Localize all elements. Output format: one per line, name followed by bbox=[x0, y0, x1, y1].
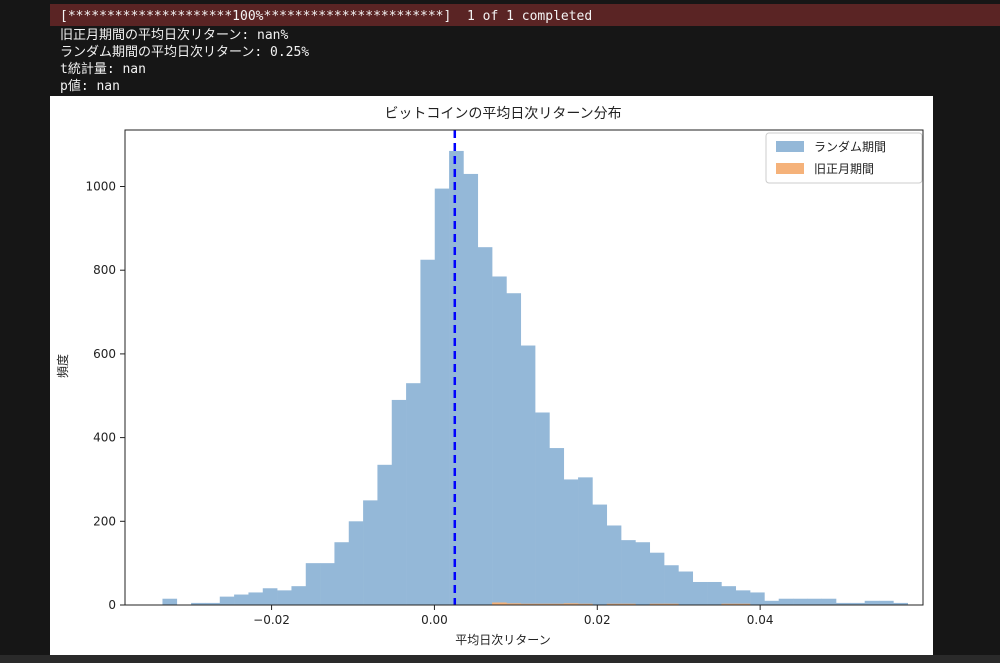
output-line-p-value: p値: nan bbox=[60, 79, 120, 94]
histogram-bar-random bbox=[248, 592, 264, 605]
x-tick-label: 0.02 bbox=[584, 613, 611, 627]
histogram-bar-random bbox=[707, 581, 722, 605]
output-line-t-stat: t統計量: nan bbox=[60, 62, 146, 77]
y-tick-label: 400 bbox=[93, 431, 116, 445]
download-progress-text: [*********************100%**************… bbox=[60, 9, 593, 24]
histogram-bar-random bbox=[234, 594, 249, 605]
terminal-bottom-strip bbox=[0, 655, 1000, 663]
legend-swatch-random bbox=[776, 141, 804, 152]
y-tick-label: 200 bbox=[93, 514, 116, 528]
x-axis-ticks: −0.02 0.00 0.02 0.04 bbox=[253, 605, 774, 627]
histogram-bar-random bbox=[621, 540, 636, 605]
y-axis-ticks: 0 200 400 600 800 1000 bbox=[85, 179, 125, 612]
series-random-bars bbox=[162, 150, 994, 605]
histogram-bar-random bbox=[334, 542, 350, 605]
histogram-bar-random bbox=[606, 525, 622, 605]
x-tick-label: −0.02 bbox=[253, 613, 290, 627]
histogram-bar-random bbox=[262, 588, 278, 605]
histogram-bar-random bbox=[821, 598, 837, 605]
histogram-bar-random bbox=[420, 259, 436, 605]
histogram-bar-random bbox=[520, 345, 536, 605]
histogram-bar-random bbox=[592, 504, 608, 605]
histogram-bar-random bbox=[678, 571, 694, 605]
histogram-bar-random bbox=[449, 150, 464, 605]
histogram-bar-random bbox=[807, 598, 822, 605]
x-tick-label: 0.00 bbox=[421, 613, 448, 627]
histogram-bar-random bbox=[864, 600, 880, 605]
terminal-window: [*********************100%**************… bbox=[0, 0, 1000, 663]
histogram-bar-random bbox=[320, 563, 335, 605]
legend-label-cny: 旧正月期間 bbox=[814, 162, 874, 176]
histogram-bar-random bbox=[735, 590, 751, 605]
chart-title: ビットコインの平均日次リターン分布 bbox=[384, 106, 621, 122]
y-tick-label: 600 bbox=[93, 347, 116, 361]
histogram-bar-random bbox=[219, 596, 235, 605]
histogram-bar-random bbox=[549, 448, 565, 605]
histogram-bar-random bbox=[879, 600, 894, 605]
histogram-bar-random bbox=[506, 293, 522, 605]
y-tick-label: 800 bbox=[93, 263, 116, 277]
histogram-bar-random bbox=[764, 600, 780, 605]
histogram-bar-random bbox=[535, 412, 550, 605]
histogram-bar-random bbox=[721, 586, 737, 605]
y-tick-label: 1000 bbox=[85, 179, 116, 193]
histogram-bar-random bbox=[692, 581, 708, 605]
histogram-bar-random bbox=[463, 173, 479, 605]
histogram-bar-random bbox=[391, 399, 407, 605]
histogram-bar-random bbox=[778, 598, 794, 605]
histogram-bar-random bbox=[664, 565, 679, 605]
output-line-cny-mean: 旧正月期間の平均日次リターン: nan% bbox=[60, 28, 289, 43]
chart-figure: ビットコインの平均日次リターン分布 −0.02 0.00 0.02 0.04 0 200… bbox=[50, 96, 994, 655]
histogram-bar-random bbox=[377, 464, 393, 605]
histogram-bar-random bbox=[291, 586, 307, 605]
histogram-bar-random bbox=[305, 563, 321, 605]
x-tick-label: 0.04 bbox=[747, 613, 774, 627]
histogram-bar-random bbox=[793, 598, 808, 605]
histogram-bar-random bbox=[649, 552, 665, 605]
histogram-bar-random bbox=[406, 383, 421, 605]
histogram-bar-random bbox=[277, 590, 292, 605]
chart-legend: ランダム期間 旧正月期間 bbox=[765, 132, 923, 184]
histogram-bar-random bbox=[635, 542, 651, 605]
histogram-bar-random bbox=[492, 276, 507, 605]
histogram-chart: ビットコインの平均日次リターン分布 −0.02 0.00 0.02 0.04 0 200… bbox=[55, 106, 994, 647]
x-axis-label: 平均日次リターン bbox=[455, 633, 550, 647]
legend-label-random: ランダム期間 bbox=[814, 139, 886, 154]
histogram-bar-random bbox=[162, 598, 178, 605]
histogram-bar-random bbox=[477, 247, 493, 605]
histogram-bar-random bbox=[578, 477, 593, 605]
histogram-bar-random bbox=[348, 521, 364, 605]
y-axis-label: 頻度 bbox=[55, 354, 70, 378]
histogram-bar-random bbox=[363, 500, 378, 605]
y-tick-label: 0 bbox=[108, 598, 116, 612]
histogram-bar-random bbox=[434, 188, 450, 605]
output-line-random-mean: ランダム期間の平均日次リターン: 0.25% bbox=[60, 45, 310, 60]
histogram-bar-random bbox=[750, 592, 765, 605]
histogram-bar-random bbox=[563, 479, 579, 605]
legend-swatch-cny bbox=[776, 163, 804, 174]
